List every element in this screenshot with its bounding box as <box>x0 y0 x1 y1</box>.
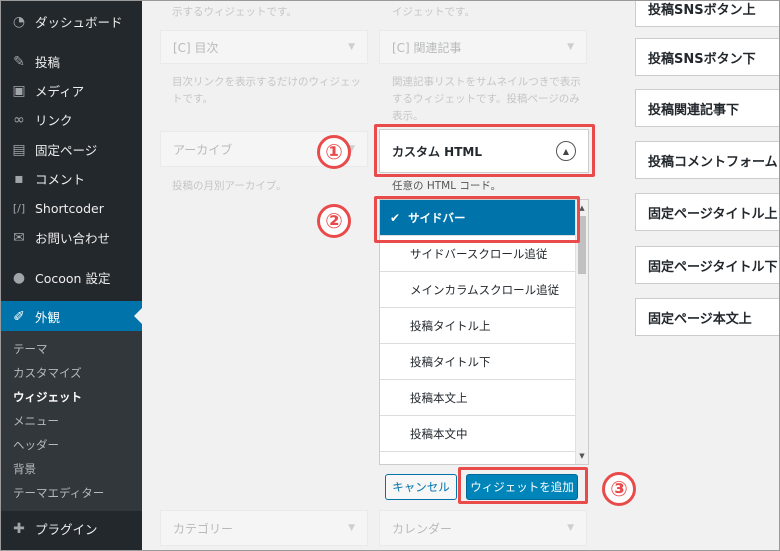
widget-area[interactable]: 投稿関連記事下 <box>635 89 779 127</box>
appearance-submenu: テーマ カスタマイズ ウィジェット メニュー ヘッダー 背景 テーマエディター <box>1 331 142 511</box>
sidebar-item-label: リンク <box>35 113 73 128</box>
chooser-option[interactable]: 投稿タイトル下 <box>380 344 576 380</box>
chooser-option[interactable]: 投稿本文下 <box>380 452 576 465</box>
widget-desc: 任意の HTML コード。 <box>392 180 502 192</box>
mail-icon: ✉ <box>13 229 25 246</box>
sidebar-item-label: メディア <box>35 84 85 99</box>
submenu-item-widgets[interactable]: ウィジェット <box>13 387 82 407</box>
sidebar-item-label: Cocoon 設定 <box>35 271 111 286</box>
triangle-down-icon: ▼ <box>348 523 355 533</box>
widget-area[interactable]: 投稿SNSボタン上 <box>635 1 779 27</box>
sidebar-item-label: 投稿 <box>35 55 61 70</box>
widget-desc: 投稿の月別アーカイブ。 <box>172 180 287 192</box>
widget-desc: イジェットです。 <box>392 6 475 18</box>
sidebar-item-label: ダッシュボード <box>35 15 123 30</box>
sidebar-item-label: 固定ページ <box>35 143 98 158</box>
triangle-down-icon: ▼ <box>567 42 574 52</box>
step-marker-2: ② <box>317 204 351 238</box>
sidebar-item-label: プラグイン <box>35 522 98 537</box>
widget-area[interactable]: 固定ページタイトル下 <box>635 246 779 284</box>
sidebar-item-dashboard[interactable]: ◔ ダッシュボード <box>1 7 142 36</box>
sidebar-item-label: Shortcoder <box>35 201 104 216</box>
widget-label: [C] 関連記事 <box>392 40 462 55</box>
widget-toc[interactable]: [C] 目次 ▼ <box>160 30 368 64</box>
submenu-item-themes[interactable]: テーマ <box>13 339 48 359</box>
triangle-down-icon: ▼ <box>567 523 574 533</box>
highlight-box-3 <box>458 467 588 504</box>
widget-desc: 示するウィジェットです。 <box>172 6 297 18</box>
sidebar-item-label: コメント <box>35 172 86 187</box>
chooser-option[interactable]: 投稿タイトル上 <box>380 308 576 344</box>
shortcode-icon: [/] <box>12 202 26 215</box>
widget-label: カテゴリー <box>173 521 234 536</box>
link-icon: ∞ <box>13 111 25 128</box>
sidebar-item-plugins[interactable]: ✚ プラグイン <box>1 514 142 543</box>
sidebar-item-shortcoder[interactable]: [/] Shortcoder <box>1 194 142 223</box>
chooser-option[interactable]: メインカラムスクロール追従 <box>380 272 576 308</box>
widget-label: [C] 目次 <box>173 40 219 55</box>
step-marker-1: ① <box>317 135 351 169</box>
widget-area[interactable]: 固定ページタイトル上 <box>635 193 779 231</box>
widget-label: カレンダー <box>392 521 453 536</box>
sidebar-item-links[interactable]: ∞ リンク <box>1 105 142 134</box>
widget-desc: 目次リンクを表示するだけのウィジェットです。 <box>172 76 361 105</box>
plugin-icon: ✚ <box>13 520 25 537</box>
media-icon: ▣ <box>12 82 26 99</box>
window-frame: ◔ ダッシュボード ✎ 投稿 ▣ メディア ∞ リンク ▤ 固定ページ ▪ コメ… <box>0 0 780 551</box>
widget-area[interactable]: 固定ページ本文上 <box>635 298 779 336</box>
pin-icon: ✎ <box>13 53 25 70</box>
dashboard-icon: ◔ <box>12 13 26 30</box>
highlight-box-2 <box>374 196 580 243</box>
submenu-item-menus[interactable]: メニュー <box>13 411 59 431</box>
widget-area[interactable]: 投稿SNSボタン下 <box>635 38 779 76</box>
scroll-down-icon[interactable]: ▼ <box>576 450 588 462</box>
sidebar-item-contact[interactable]: ✉ お問い合わせ <box>1 223 142 252</box>
sidebar-item-pages[interactable]: ▤ 固定ページ <box>1 135 142 164</box>
sidebar-item-label: お問い合わせ <box>35 231 111 246</box>
widget-related[interactable]: [C] 関連記事 ▼ <box>379 30 587 64</box>
page-icon: ▤ <box>12 141 26 158</box>
admin-sidebar: ◔ ダッシュボード ✎ 投稿 ▣ メディア ∞ リンク ▤ 固定ページ ▪ コメ… <box>1 1 142 550</box>
sidebar-item-appearance[interactable]: ✐ 外観 <box>1 301 142 332</box>
comment-icon: ▪ <box>14 170 24 187</box>
sidebar-item-label: 外観 <box>35 310 61 325</box>
submenu-item-theme-editor[interactable]: テーマエディター <box>13 483 104 503</box>
chooser-option[interactable]: 投稿本文上 <box>380 380 576 416</box>
sidebar-item-cocoon[interactable]: ● Cocoon 設定 <box>1 263 142 292</box>
widget-category[interactable]: カテゴリー ▼ <box>160 510 368 546</box>
widget-calendar[interactable]: カレンダー ▼ <box>379 510 587 546</box>
submenu-item-customize[interactable]: カスタマイズ <box>13 363 82 383</box>
submenu-item-background[interactable]: 背景 <box>13 459 36 479</box>
step-marker-3: ③ <box>602 472 636 506</box>
submenu-item-header[interactable]: ヘッダー <box>13 435 59 455</box>
highlight-box-1 <box>374 124 595 177</box>
cocoon-icon: ● <box>12 269 26 286</box>
chooser-option[interactable]: 投稿本文中 <box>380 416 576 452</box>
brush-icon: ✐ <box>13 308 25 325</box>
triangle-down-icon: ▼ <box>348 42 355 52</box>
sidebar-item-posts[interactable]: ✎ 投稿 <box>1 47 142 76</box>
cancel-button[interactable]: キャンセル <box>385 474 457 500</box>
widget-area[interactable]: 投稿コメントフォーム <box>635 141 779 179</box>
widget-label: アーカイブ <box>173 142 233 157</box>
sidebar-item-comments[interactable]: ▪ コメント <box>1 164 142 193</box>
sidebar-item-media[interactable]: ▣ メディア <box>1 76 142 105</box>
widget-desc: 関連記事リストをサムネイルつきで表示するウィジェットです。投稿ページのみ表示。 <box>392 76 581 122</box>
